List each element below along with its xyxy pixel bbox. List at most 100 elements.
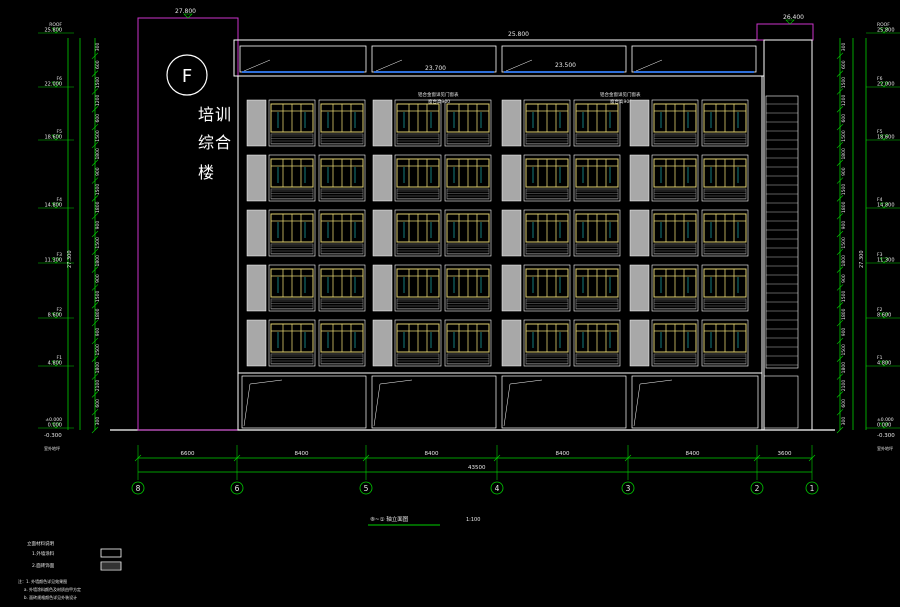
window-unit <box>394 319 442 367</box>
window-unit <box>701 209 749 257</box>
tile-band <box>703 243 747 255</box>
level-value: 0.000 <box>877 423 891 429</box>
window-unit <box>651 319 699 367</box>
window-unit <box>394 99 442 147</box>
tile-band <box>320 243 364 255</box>
dim-label: 1500 <box>841 130 847 142</box>
window-unit <box>523 209 571 257</box>
window-unit <box>318 154 366 202</box>
bay-dim-label: 8400 <box>686 451 700 457</box>
window-unit <box>394 264 442 312</box>
dim-label: 600 <box>841 60 847 69</box>
legend-item-2: 2.面砖饰面 <box>32 562 55 569</box>
grey-panel <box>629 319 650 367</box>
window-unit <box>268 99 316 147</box>
right-ground-note: 室外地坪 <box>877 445 893 451</box>
grid-axis-label: 6 <box>235 484 240 493</box>
grey-panel <box>246 209 267 257</box>
dim-label: 2100 <box>841 380 847 392</box>
window-unit <box>573 209 621 257</box>
dim-label: 1800 <box>95 362 101 374</box>
tile-band <box>270 188 314 200</box>
legend-note-3: b. 面砖规格颜色详见外装设计 <box>24 594 77 600</box>
left-ground-note: 室外地坪 <box>44 445 60 451</box>
tile-band <box>653 243 697 255</box>
left-bottom-level: -0.300 <box>44 433 62 439</box>
ground-bays <box>241 375 799 429</box>
window-unit <box>444 209 492 257</box>
dim-label: 1800 <box>95 308 101 320</box>
tile-band <box>525 243 569 255</box>
level-value: 8.600 <box>48 313 62 319</box>
dim-label: 900 <box>841 328 847 337</box>
dim-label: 300 <box>95 417 101 426</box>
tile-band <box>446 353 490 365</box>
roof-slope-line <box>505 59 533 72</box>
window-unit <box>651 154 699 202</box>
ground-bay-slope <box>503 383 511 427</box>
left-elevation-column: ±0.0000.000F14.800F28.600F311.300F414.80… <box>38 22 101 451</box>
grey-panel <box>372 209 393 257</box>
tile-band <box>396 353 440 365</box>
right-elevation-column: ±0.0000.000F14.800F28.600F311.300F414.80… <box>836 22 900 451</box>
tile-band <box>320 133 364 145</box>
building-name-char: 综 <box>198 133 214 152</box>
building-name-char: 培 <box>198 105 214 124</box>
level-value: 14.800 <box>877 203 895 209</box>
ground-bay-slope <box>243 383 251 427</box>
dim-label: 1800 <box>841 362 847 374</box>
upper-left-label: 23.700 <box>425 65 446 72</box>
grey-panel <box>501 154 522 202</box>
dim-label: 1800 <box>841 148 847 160</box>
bay-dim-label: 8400 <box>425 451 439 457</box>
dim-label: 1500 <box>841 184 847 196</box>
building-name-char: 楼 <box>198 163 214 182</box>
dim-label: 900 <box>841 221 847 230</box>
grey-panel <box>629 154 650 202</box>
ground-bay <box>501 375 627 429</box>
window-unit <box>268 319 316 367</box>
window-notes: 铝合金窗详见门窗表 窗台高900 铝合金窗详见门窗表 窗台高900 <box>418 91 641 105</box>
window-unit <box>701 264 749 312</box>
dim-label: 1500 <box>95 77 101 89</box>
tile-band <box>525 353 569 365</box>
ground-bay-slope <box>249 379 283 385</box>
right-overall-height: 27.300 <box>859 251 865 269</box>
window-unit <box>318 209 366 257</box>
ground-bay <box>241 375 367 429</box>
dim-label: 300 <box>841 417 847 426</box>
tile-band <box>270 133 314 145</box>
legend-heading: 立面材料说明 <box>27 540 54 547</box>
dim-label: 900 <box>95 221 101 230</box>
roof-bay <box>239 45 367 73</box>
grey-panel <box>246 319 267 367</box>
building-letter: F <box>182 66 192 87</box>
bay-dim-label: 8400 <box>556 451 570 457</box>
tile-band <box>320 188 364 200</box>
upper-right-label: 23.500 <box>555 62 576 69</box>
dim-label: 1500 <box>95 184 101 196</box>
window-unit <box>394 154 442 202</box>
grey-panel <box>246 264 267 312</box>
right-tower <box>763 39 813 431</box>
overall-width-label: 43500 <box>468 465 486 471</box>
ground-bay-slope <box>639 379 673 385</box>
dim-label: 1800 <box>841 308 847 320</box>
window-unit <box>523 319 571 367</box>
grey-panel <box>372 319 393 367</box>
roof-parapet <box>233 39 765 77</box>
window-unit <box>523 99 571 147</box>
dim-label: 300 <box>841 42 847 51</box>
bottom-dimensions: 6600 8400 8400 8400 8400 3600 43500 8 6 5 4 3 2 1 <box>131 445 819 495</box>
legend-note-2: a. 外墙涂料颜色及材质由甲方定 <box>24 586 81 592</box>
tile-band <box>396 133 440 145</box>
tile-band <box>446 243 490 255</box>
level-value: 8.600 <box>877 313 891 319</box>
grey-panel <box>372 99 393 147</box>
elevation-drawing: 27.800 F 培 训 综 合 楼 25.800 23.700 23.500 … <box>18 8 900 600</box>
grey-panel <box>372 264 393 312</box>
tile-band <box>270 353 314 365</box>
dim-label: 1200 <box>95 95 101 107</box>
grey-panel <box>501 99 522 147</box>
left-overall-height: 27.300 <box>67 251 73 269</box>
